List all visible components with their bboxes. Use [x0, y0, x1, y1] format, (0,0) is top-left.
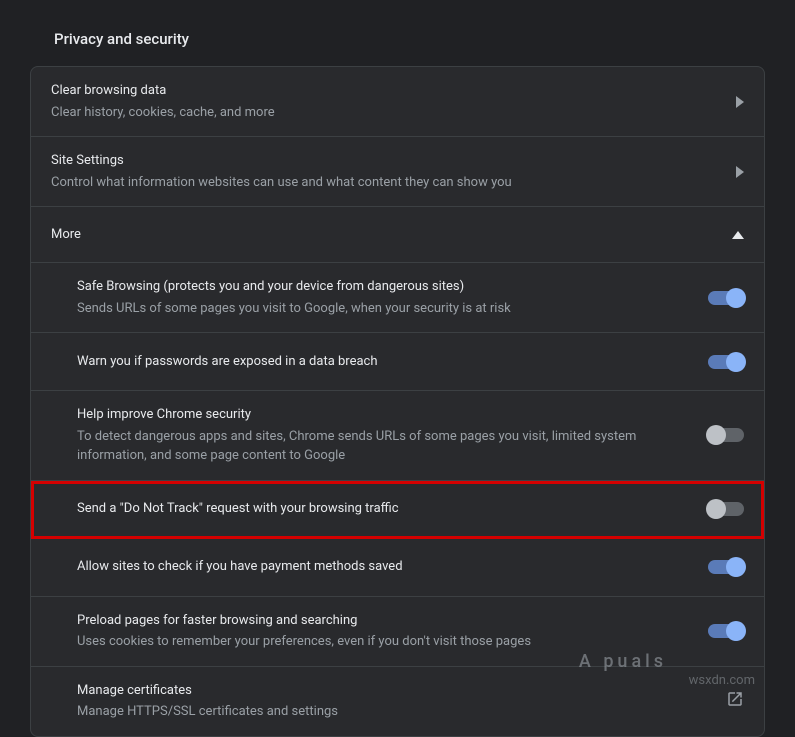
help-improve-row: Help improve Chrome security To detect d… — [31, 391, 764, 481]
warn-passwords-row: Warn you if passwords are exposed in a d… — [31, 333, 764, 391]
more-row[interactable]: More — [31, 207, 764, 263]
settings-card: Clear browsing data Clear history, cooki… — [30, 66, 765, 737]
chevron-up-icon — [732, 231, 744, 239]
row-text: Safe Browsing (protects you and your dev… — [77, 277, 708, 318]
row-text: Manage certificates Manage HTTPS/SSL cer… — [77, 681, 726, 722]
row-text: Help improve Chrome security To detect d… — [77, 405, 708, 466]
row-desc: Uses cookies to remember your preference… — [77, 632, 692, 652]
row-text: More — [51, 225, 732, 245]
row-text: Clear browsing data Clear history, cooki… — [51, 81, 736, 122]
warn-passwords-toggle[interactable] — [708, 355, 744, 369]
row-text: Allow sites to check if you have payment… — [77, 557, 708, 577]
do-not-track-row: Send a "Do Not Track" request with your … — [31, 481, 764, 539]
row-title: More — [51, 225, 716, 245]
external-link-icon — [726, 690, 744, 712]
payment-check-toggle[interactable] — [708, 560, 744, 574]
watermark: wsxdn.com — [689, 673, 755, 688]
chevron-right-icon — [736, 96, 744, 108]
row-desc: Manage HTTPS/SSL certificates and settin… — [77, 702, 710, 722]
site-settings-row[interactable]: Site Settings Control what information w… — [31, 137, 764, 207]
row-title: Site Settings — [51, 151, 720, 171]
help-improve-toggle[interactable] — [708, 428, 744, 442]
row-desc: Clear history, cookies, cache, and more — [51, 103, 720, 123]
row-text: Send a "Do Not Track" request with your … — [77, 499, 708, 519]
appuals-logo: A puals — [579, 651, 667, 672]
row-desc: To detect dangerous apps and sites, Chro… — [77, 427, 692, 466]
manage-certificates-row[interactable]: Manage certificates Manage HTTPS/SSL cer… — [31, 667, 764, 736]
row-title: Allow sites to check if you have payment… — [77, 557, 692, 577]
row-text: Warn you if passwords are exposed in a d… — [77, 352, 708, 372]
row-title: Manage certificates — [77, 681, 710, 701]
safe-browsing-toggle[interactable] — [708, 291, 744, 305]
row-text: Preload pages for faster browsing and se… — [77, 611, 708, 652]
row-title: Clear browsing data — [51, 81, 720, 101]
chevron-right-icon — [736, 166, 744, 178]
row-desc: Sends URLs of some pages you visit to Go… — [77, 299, 692, 319]
row-title: Warn you if passwords are exposed in a d… — [77, 352, 692, 372]
row-title: Help improve Chrome security — [77, 405, 692, 425]
safe-browsing-row: Safe Browsing (protects you and your dev… — [31, 263, 764, 333]
row-title: Preload pages for faster browsing and se… — [77, 611, 692, 631]
row-text: Site Settings Control what information w… — [51, 151, 736, 192]
do-not-track-toggle[interactable] — [708, 502, 744, 516]
payment-check-row: Allow sites to check if you have payment… — [31, 539, 764, 597]
row-title: Safe Browsing (protects you and your dev… — [77, 277, 692, 297]
row-desc: Control what information websites can us… — [51, 173, 720, 193]
section-title: Privacy and security — [54, 30, 765, 48]
clear-browsing-data-row[interactable]: Clear browsing data Clear history, cooki… — [31, 67, 764, 137]
row-title: Send a "Do Not Track" request with your … — [77, 499, 692, 519]
preload-toggle[interactable] — [708, 624, 744, 638]
